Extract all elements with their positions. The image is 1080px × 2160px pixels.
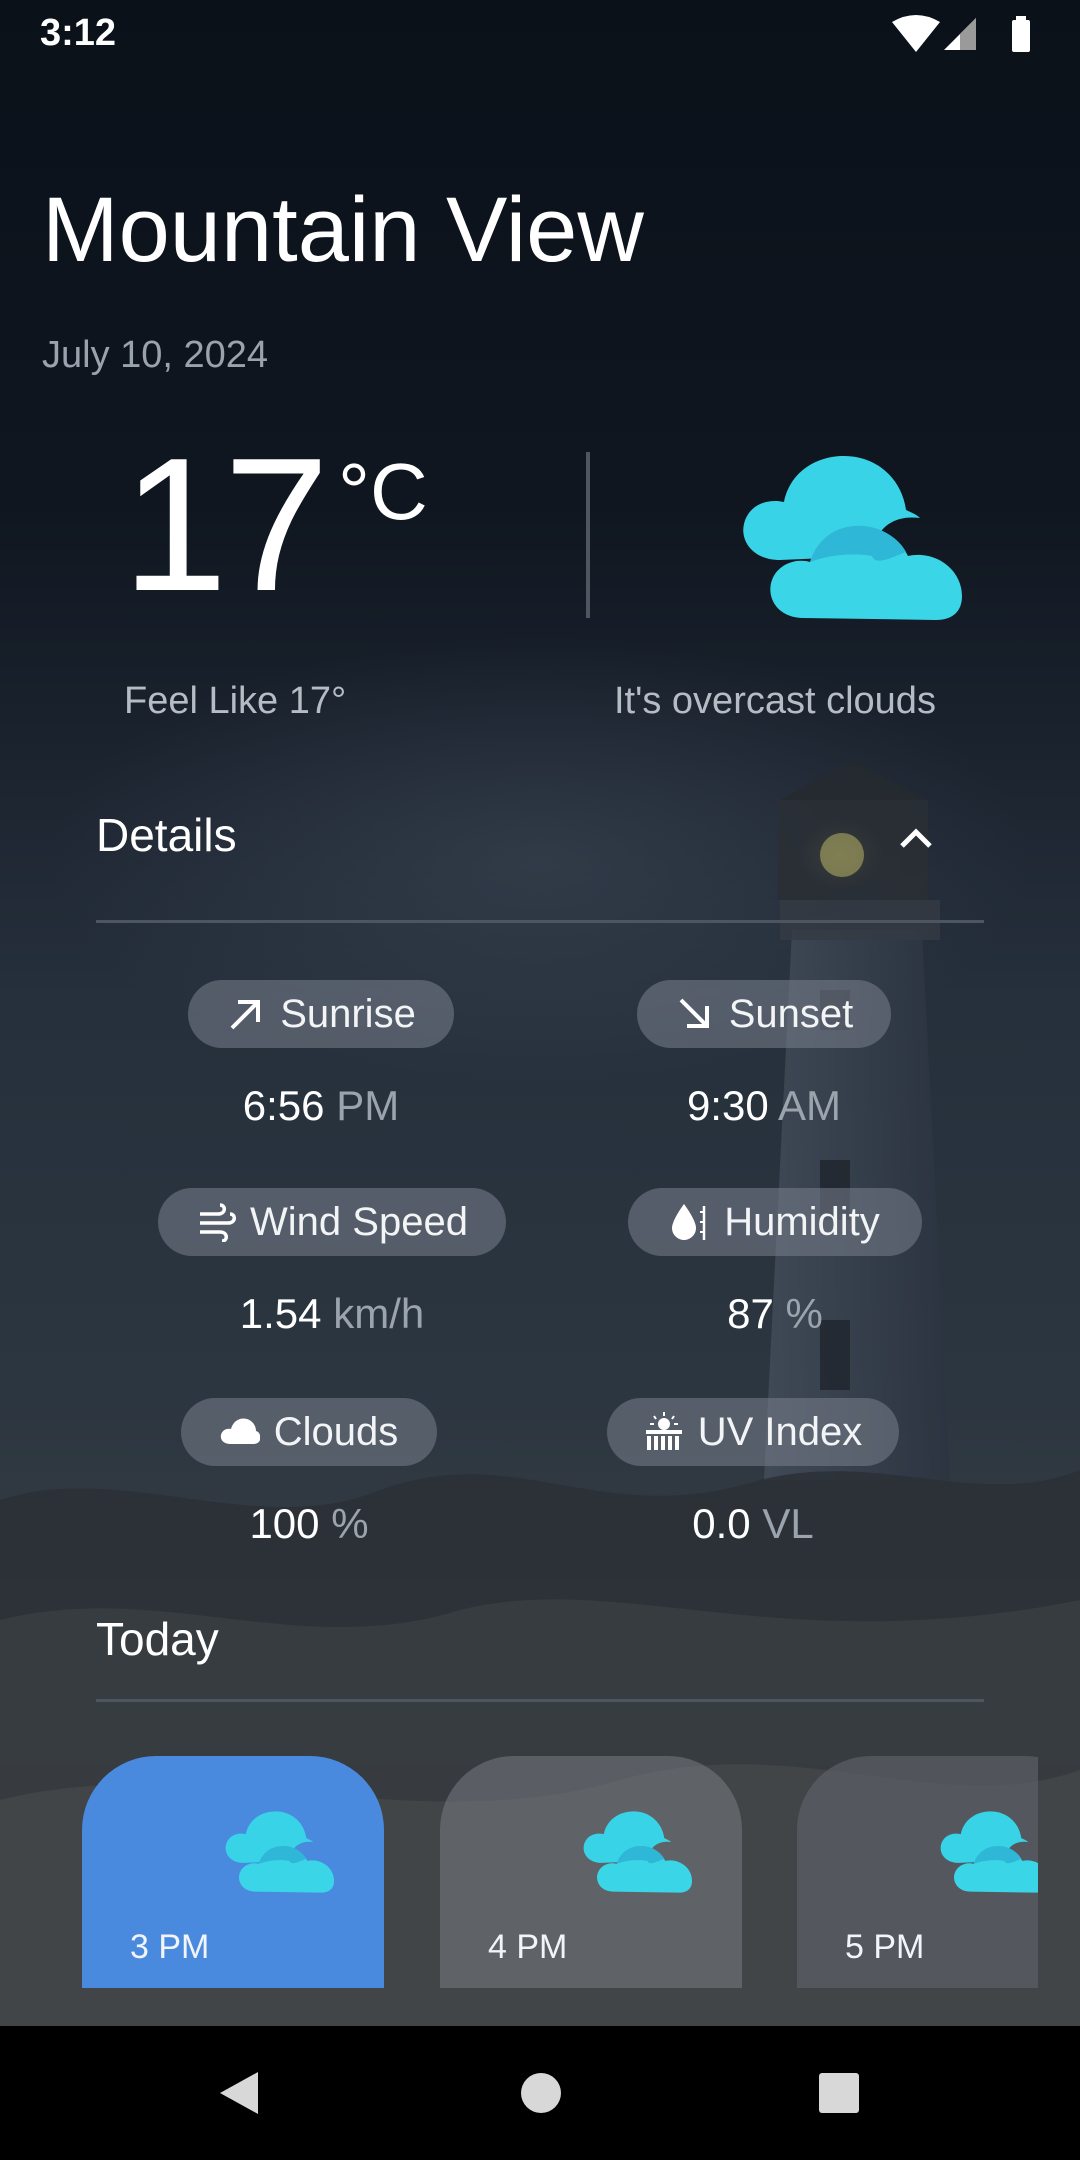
- sunset-label: Sunset: [728, 991, 854, 1036]
- humidity-drop-icon: [672, 1204, 706, 1240]
- temperature-unit: °C: [338, 447, 428, 536]
- uv-index-label: UV Index: [697, 1409, 863, 1454]
- wind-speed-number: 1.54: [239, 1290, 322, 1337]
- humidity-value: 87 %: [628, 1290, 922, 1338]
- hour-card-5pm[interactable]: 5 PM: [797, 1756, 1038, 1988]
- feels-like-label: Feel Like 17°: [124, 680, 347, 722]
- uv-index-icon: [645, 1412, 682, 1450]
- hour-label: 3 PM: [130, 1928, 210, 1966]
- overcast-cloud-icon: [225, 1811, 335, 1893]
- wind-speed-unit: km/h: [333, 1290, 425, 1337]
- details-title: Details: [96, 809, 237, 861]
- sunrise-unit: PM: [336, 1082, 400, 1129]
- arrow-up-right-icon: [230, 1000, 261, 1030]
- current-temperature: 17: [122, 419, 329, 631]
- arrow-down-right-icon: [679, 998, 709, 1028]
- uv-index-chip: UV Index: [607, 1398, 899, 1466]
- humidity-chip: Humidity: [628, 1188, 922, 1256]
- status-time: 3:12: [40, 12, 117, 54]
- clouds-chip: Clouds: [181, 1398, 437, 1466]
- humidity-label: Humidity: [724, 1199, 880, 1244]
- chevron-up-icon[interactable]: [894, 816, 938, 860]
- city-name: Mountain View: [42, 179, 644, 281]
- hour-card-3pm[interactable]: 3 PM: [82, 1756, 384, 1988]
- today-divider: [96, 1699, 984, 1702]
- sunrise-value: 6:56 PM: [188, 1082, 454, 1130]
- divider: [586, 452, 590, 618]
- weather-description: It's overcast clouds: [614, 680, 936, 722]
- back-icon[interactable]: [212, 2066, 266, 2120]
- hour-card-4pm[interactable]: 4 PM: [440, 1756, 742, 1988]
- date-label: July 10, 2024: [42, 334, 269, 376]
- wind-speed-value: 1.54 km/h: [158, 1290, 506, 1338]
- hour-label: 5 PM: [845, 1928, 925, 1966]
- cloud-icon: [220, 1418, 260, 1444]
- overcast-cloud-icon: [743, 456, 962, 620]
- sunset-time: 9:30: [686, 1082, 769, 1129]
- sunrise-time: 6:56: [242, 1082, 325, 1129]
- sunset-value: 9:30 AM: [637, 1082, 891, 1130]
- uv-index-value: 0.0 VL: [607, 1500, 899, 1548]
- wind-speed-chip: Wind Speed: [158, 1188, 506, 1256]
- sunset-unit: AM: [778, 1082, 842, 1129]
- recents-icon[interactable]: [812, 2066, 866, 2120]
- wind-speed-label: Wind Speed: [250, 1199, 468, 1244]
- clouds-label: Clouds: [273, 1409, 399, 1454]
- status-icons: [892, 15, 1030, 52]
- uv-index-number: 0.0: [692, 1500, 751, 1547]
- status-bar: 3:12: [0, 0, 1080, 70]
- sunset-chip: Sunset: [637, 980, 891, 1048]
- sunrise-label: Sunrise: [280, 991, 416, 1036]
- wind-icon: [200, 1203, 237, 1242]
- sunrise-chip: Sunrise: [188, 980, 454, 1048]
- humidity-unit: %: [785, 1290, 823, 1337]
- humidity-number: 87: [727, 1290, 774, 1337]
- wifi-icon: [892, 15, 940, 52]
- details-divider: [96, 920, 984, 923]
- uv-index-unit: VL: [762, 1500, 814, 1547]
- battery-icon: [1012, 20, 1030, 52]
- hour-label: 4 PM: [488, 1928, 568, 1966]
- clouds-value: 100 %: [181, 1500, 437, 1548]
- overcast-cloud-icon: [940, 1811, 1038, 1893]
- clouds-unit: %: [331, 1500, 369, 1547]
- overcast-cloud-icon: [583, 1811, 693, 1893]
- today-title: Today: [96, 1613, 219, 1665]
- home-icon[interactable]: [514, 2066, 568, 2120]
- hourly-forecast-list[interactable]: 3 PM 4 PM 5 PM: [0, 1756, 1038, 1988]
- clouds-number: 100: [249, 1500, 320, 1547]
